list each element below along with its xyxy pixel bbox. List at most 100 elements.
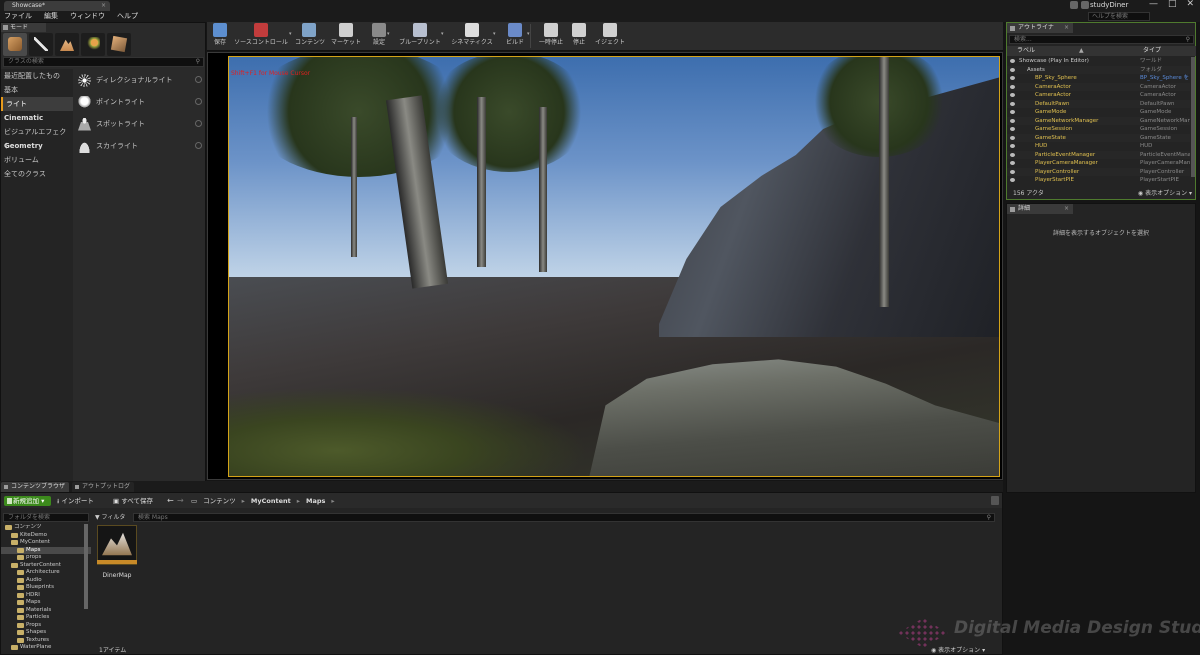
eye-icon[interactable] xyxy=(1010,76,1015,80)
eye-icon[interactable] xyxy=(1010,84,1015,89)
cinematics-button[interactable]: シネマティクス xyxy=(449,23,495,50)
maximize-button[interactable]: □ xyxy=(1168,0,1177,11)
category-item[interactable]: ライト xyxy=(1,97,73,111)
eye-icon[interactable] xyxy=(1010,59,1015,63)
eye-icon[interactable] xyxy=(1010,152,1015,157)
lock-icon[interactable] xyxy=(991,496,999,505)
landscape-mode-button[interactable] xyxy=(55,33,79,56)
add-new-button[interactable]: 新規追加 ▾ xyxy=(4,496,51,506)
outliner-row[interactable]: DefaultPawn DefaultPawn xyxy=(1007,99,1190,108)
tree-item[interactable]: コンテンツ xyxy=(1,524,91,532)
filters-button[interactable]: ▼ フィルタ xyxy=(95,513,128,522)
view-options-button[interactable]: ◉ 表示オプション ▾ xyxy=(1138,189,1192,199)
outliner-row[interactable]: CameraActor CameraActor xyxy=(1007,91,1190,100)
help-icon[interactable] xyxy=(195,142,202,149)
type-column-header[interactable]: タイプ xyxy=(1143,46,1161,56)
category-item[interactable]: 全てのクラス xyxy=(1,167,73,181)
chevron-down-icon[interactable]: ▾ xyxy=(387,31,392,37)
pause-button[interactable]: 一時停止 xyxy=(537,23,565,50)
menu-file[interactable]: ファイル xyxy=(4,11,32,22)
eye-icon[interactable] xyxy=(1010,93,1015,97)
level-viewport[interactable]: Shift+F1 for Mouse Cursor xyxy=(228,56,1000,477)
eye-icon[interactable] xyxy=(1010,110,1015,114)
breadcrumb-item[interactable]: コンテンツ xyxy=(203,496,236,506)
settings-button[interactable]: 設定 xyxy=(369,23,389,50)
place-mode-button[interactable] xyxy=(3,33,27,56)
eject-button[interactable]: イジェクト xyxy=(593,23,627,50)
tree-item[interactable]: HDRI xyxy=(1,592,91,600)
category-item[interactable]: ビジュアルエフェクト xyxy=(1,125,73,150)
close-icon[interactable]: × xyxy=(1064,204,1069,214)
asset-thumbnail[interactable] xyxy=(97,525,137,565)
eye-icon[interactable] xyxy=(1010,169,1015,174)
placeable-item[interactable]: ディレクショナルライト xyxy=(75,69,205,91)
tree-item[interactable]: KiteDemo xyxy=(1,532,91,540)
content-button[interactable]: コンテンツ xyxy=(295,23,325,50)
chevron-down-icon[interactable]: ▾ xyxy=(289,31,294,37)
eye-icon[interactable] xyxy=(1010,144,1015,148)
outliner-row[interactable]: PlayerStartPIE PlayerStartPIE xyxy=(1007,176,1190,185)
save-button[interactable]: 保存 xyxy=(209,23,231,50)
tree-item[interactable]: StarterContent xyxy=(1,562,91,570)
tree-item[interactable]: Props xyxy=(1,622,91,630)
asset-search-input[interactable]: 検索 Maps ⚲ xyxy=(133,513,995,522)
chevron-down-icon[interactable]: ▾ xyxy=(441,31,446,37)
save-all-button[interactable]: ▣ すべて保存 xyxy=(113,496,163,506)
eye-icon[interactable] xyxy=(1010,101,1015,106)
outliner-row[interactable]: ParticleEventManager ParticleEventManager xyxy=(1007,150,1190,159)
tree-item[interactable]: Particles xyxy=(1,614,91,622)
close-icon[interactable]: × xyxy=(1064,23,1069,33)
tree-item[interactable]: Architecture xyxy=(1,569,91,577)
eye-icon[interactable] xyxy=(1010,118,1015,123)
outliner-row[interactable]: GameSession GameSession xyxy=(1007,125,1190,134)
outliner-row[interactable]: GameMode GameMode xyxy=(1007,108,1190,117)
category-item[interactable]: Cinematic xyxy=(1,111,73,125)
category-item[interactable]: 最近配置したもの xyxy=(1,69,73,83)
tree-item[interactable]: MyContent xyxy=(1,539,91,547)
paint-mode-button[interactable] xyxy=(29,33,53,56)
menu-window[interactable]: ウィンドウ xyxy=(70,11,105,22)
back-arrow-icon[interactable]: ← xyxy=(167,496,175,506)
modes-tab[interactable]: モード xyxy=(1,23,46,32)
outliner-row[interactable]: BP_Sky_Sphere BP_Sky_Sphere を xyxy=(1007,74,1190,83)
details-tab[interactable]: 詳細 × xyxy=(1007,204,1073,214)
tab-output-log[interactable]: アウトプットログ xyxy=(72,482,134,492)
geometry-mode-button[interactable] xyxy=(107,33,131,56)
help-icon[interactable] xyxy=(195,76,202,83)
download-icon[interactable] xyxy=(1081,1,1089,9)
import-button[interactable]: ⭳ インポート xyxy=(57,496,107,506)
foliage-mode-button[interactable] xyxy=(81,33,105,56)
tree-item[interactable]: props xyxy=(1,554,91,562)
placeable-item[interactable]: ポイントライト xyxy=(75,91,205,113)
tree-scrollbar[interactable] xyxy=(84,524,88,609)
document-tab[interactable]: Showcase* × xyxy=(4,1,110,11)
menu-help[interactable]: ヘルプ xyxy=(117,11,138,22)
outliner-row[interactable]: HUD HUD xyxy=(1007,142,1190,151)
forward-arrow-icon[interactable]: → xyxy=(177,496,185,506)
chat-icon[interactable] xyxy=(1070,1,1078,9)
placeable-item[interactable]: スポットライト xyxy=(75,113,205,135)
category-item[interactable]: 基本 xyxy=(1,83,73,97)
tree-item[interactable]: Blueprints xyxy=(1,584,91,592)
minimize-button[interactable]: — xyxy=(1149,0,1158,11)
eye-icon[interactable] xyxy=(1010,178,1015,182)
outliner-scrollbar[interactable] xyxy=(1191,57,1195,177)
breadcrumb-item[interactable]: Maps xyxy=(306,496,325,506)
tree-item[interactable]: Audio xyxy=(1,577,91,585)
outliner-search-input[interactable]: 検索... ⚲ xyxy=(1009,35,1194,44)
eye-icon[interactable] xyxy=(1010,135,1015,140)
eye-icon[interactable] xyxy=(1010,67,1015,72)
outliner-row[interactable]: GameState GameState xyxy=(1007,133,1190,142)
tree-item[interactable]: Shapes xyxy=(1,629,91,637)
market-button[interactable]: マーケット xyxy=(327,23,365,50)
tree-item[interactable]: Textures xyxy=(1,637,91,645)
breadcrumb-item[interactable]: MyContent xyxy=(251,496,291,506)
stop-button[interactable]: 停止 xyxy=(569,23,589,50)
tree-item[interactable]: Maps xyxy=(1,546,91,554)
tree-item[interactable]: WaterPlane xyxy=(1,644,91,652)
label-column-header[interactable]: ラベル xyxy=(1017,46,1035,56)
outliner-row[interactable]: GameNetworkManager GameNetworkManager xyxy=(1007,116,1190,125)
folder-search-input[interactable]: フォルダを検索 xyxy=(3,513,89,522)
placeable-item[interactable]: スカイライト xyxy=(75,135,205,157)
eye-icon[interactable] xyxy=(1010,161,1015,165)
